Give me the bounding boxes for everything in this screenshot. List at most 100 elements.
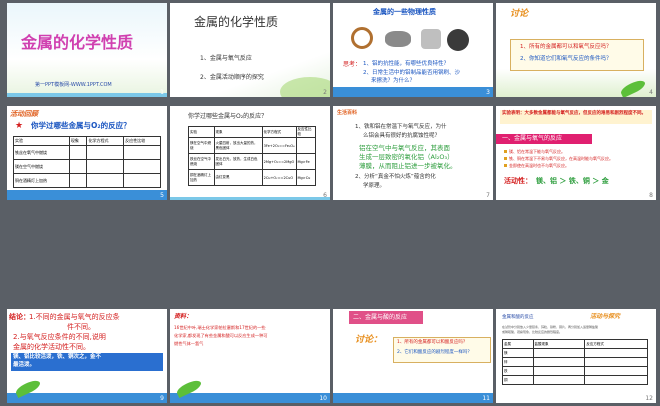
table-header: 现象 xyxy=(68,136,88,146)
bullet-2: 铁、铜在常温下不易与氧气反应，在高温时能与氧气反应。 xyxy=(504,156,613,161)
slide-number: 8 xyxy=(649,192,653,199)
slide-number: 5 xyxy=(160,192,164,199)
slide-6[interactable]: 你学过哪些金属与O₂的反应？ 实验 现象 化学方程式 反应性比较 镁在空气中燃烧… xyxy=(170,106,330,200)
slide-number: 2 xyxy=(323,89,327,96)
table-cell: 锌 xyxy=(502,357,534,367)
table-cell: 2Cu+O₂==2CuO xyxy=(261,169,297,186)
activity-heading: 活动与探究 xyxy=(590,313,621,320)
slide-title: 讨论 xyxy=(510,9,529,19)
slide-4[interactable]: 讨论 1、所有的金属都可以和氧气反应吗？ 2、你知道它们和氧气反应的条件吗？ 4 xyxy=(496,3,656,97)
wire-coil-icon xyxy=(351,27,373,49)
reaction-table: 实验 现象 化学方程式 反应性比较 铁丝在氧气中燃烧 镁在空气中燃烧 铜在酒精灯… xyxy=(13,136,161,188)
table-cell: 镁 xyxy=(502,348,534,358)
table-cell: 铜 xyxy=(502,375,534,385)
bullet-icon xyxy=(504,150,507,153)
leaf-decoration xyxy=(619,77,647,97)
reaction-table: 实验 现象 化学方程式 反应性比较 镁在空气中燃烧 火星四射，放出大量的热，黑色… xyxy=(188,126,317,186)
table-cell: 镁在空气中燃烧 xyxy=(188,137,215,154)
question-2: 2、日常生活中的铝制品能否用钢刷、沙 xyxy=(363,70,461,76)
slide-question: 你学过哪些金属与O₂的反应？ xyxy=(31,121,131,130)
slide-number: 7 xyxy=(486,192,490,199)
conclusion-label: 结论： xyxy=(9,313,30,321)
table-cell xyxy=(295,137,317,154)
reference-line-2: 化学家,都发现了有些金属和酸可以反应生成一种可 xyxy=(174,333,268,338)
slide-sorter-grid: 金属的化学性质 第一PPT模板网-WWW.1PPT.COM 1 金属的化学性质 … xyxy=(0,0,660,406)
table-header: 反应方程式 xyxy=(584,339,648,349)
table-header: 化学方程式 xyxy=(261,126,297,138)
slide-title: 金属的一些物理性质 xyxy=(373,8,436,16)
table-cell: 3Fe+2O₂==Fe₃O₄ xyxy=(261,137,297,154)
question-1: 1、所有的金属都可以和酸反应吗？ xyxy=(397,340,468,345)
slide-7[interactable]: 生活百科 1、铁和铝在常温下与氧气反应，为什 么铝会具有很好的抗腐蚀性呢？ 铝在… xyxy=(333,106,493,200)
activity-ranking: 镁、铝 ＞ 铁、铜 ＞ 金 xyxy=(536,177,609,185)
reference-line-1: 16世纪中叶,瑞士化学家帕拉塞斯和17世纪的一些 xyxy=(174,325,266,330)
slide-question: 你学过哪些金属与O₂的反应？ xyxy=(188,113,268,120)
slide-title: 金属和酸的反应 xyxy=(502,315,534,320)
star-icon: ★ xyxy=(15,121,24,131)
bullet-3: 金即使在高温时也不与氧气反应。 xyxy=(504,163,569,168)
agenda-item-1: 1、金属与氧气反应 xyxy=(200,55,252,62)
slide-9[interactable]: 结论： 1.不同的金属与氧气的反应条 件不同。 2.与氧气反应条件的不同,说明 … xyxy=(7,309,167,403)
bullet-icon xyxy=(504,164,507,167)
slide-number: 9 xyxy=(160,395,164,402)
slide-number: 1 xyxy=(160,89,164,96)
conclusion-line-2: 2.与氧气反应条件的不同,说明 xyxy=(13,333,106,341)
slide-label: 生活百科 xyxy=(337,110,358,116)
conclusion-line-1b: 件不同。 xyxy=(67,323,95,331)
table-cell: 铁 xyxy=(502,366,534,376)
table-cell: 铁丝在氧气中燃烧 xyxy=(13,145,70,160)
discuss-label: 讨论： xyxy=(355,335,383,345)
bottom-strip xyxy=(170,197,330,200)
bullet-text: 铁、铜在常温下不易与氧气反应，在高温时能与氧气反应。 xyxy=(509,156,613,161)
table-cell: 2Mg+O₂==2MgO xyxy=(261,153,297,170)
table-header: 反应性比较 xyxy=(295,126,317,138)
pot-icon xyxy=(421,29,441,49)
plate-icon xyxy=(447,29,469,51)
finding-text: 实验表明：大多数金属都能与氧气反应，但反应的难易和剧烈程度不同。 xyxy=(502,111,646,116)
question-1: 1、铝的抗性能，有哪些优良特性？ xyxy=(363,61,450,67)
slide-1[interactable]: 金属的化学性质 第一PPT模板网-WWW.1PPT.COM 1 xyxy=(7,3,167,97)
reference-line-3: 燃性气体—氢气 xyxy=(174,341,204,346)
bottom-strip xyxy=(7,393,167,403)
slide-2[interactable]: 金属的化学性质 1、金属与氧气反应 2、金属活动顺序的探究 2 xyxy=(170,3,330,97)
table-header: 金属 xyxy=(502,339,534,349)
table-cell: 镁在空气中燃烧 xyxy=(13,159,70,174)
question-1: 1、铁和铝在常温下与氧气反应，为什 xyxy=(355,124,447,130)
summary-line-1: 镁、铝比较活泼，铁、铜次之，金不 xyxy=(13,354,102,360)
slide-5[interactable]: 活动回顾 ★ 你学过哪些金属与O₂的反应？ 实验 现象 化学方程式 反应性比较 … xyxy=(7,106,167,200)
section-heading: 一、金属与氧气的反应 xyxy=(502,135,563,142)
question-2: 2、你知道它们和氧气反应的条件吗？ xyxy=(520,56,612,62)
table-header: 现象 xyxy=(213,126,263,138)
slide-12[interactable]: 金属和酸的反应 活动与探究 在试管中分别放入少量镁条、锌粒、铁粉、铜片，再分别加… xyxy=(496,309,656,403)
slide-10[interactable]: 资料： 16世纪中叶,瑞士化学家帕拉塞斯和17世纪的一些 化学家,都发现了有些金… xyxy=(170,309,330,403)
answer-line-3: 薄膜，从而阻止铝进一步被氧化。 xyxy=(359,162,457,170)
question-2b: 学原理。 xyxy=(363,183,386,189)
slide-number: 6 xyxy=(323,192,327,199)
experiment-table: 金属 盐酸现象 反应方程式 镁 锌 铁 铜 xyxy=(502,339,648,385)
slide-8[interactable]: 实验表明：大多数金属都能与氧气反应，但反应的难易和剧烈程度不同。 一、金属与氧气… xyxy=(496,106,656,200)
question-2b: 来擦洗？为什么？ xyxy=(371,78,416,84)
bottom-strip xyxy=(333,393,493,403)
slide-number: 12 xyxy=(645,395,653,402)
conclusion-line-1: 1.不同的金属与氧气的反应条 xyxy=(29,313,120,321)
bullet-icon xyxy=(504,157,507,160)
table-header: 化学方程式 xyxy=(86,136,125,146)
table-cell: Mg>Fe xyxy=(295,153,317,170)
answer-line-2: 生成一层致密的氧化铝（Al₂O₃） xyxy=(359,153,454,161)
tools-image xyxy=(345,21,475,61)
table-cell: Mg>Cu xyxy=(295,169,317,186)
bullet-text: 镁、铝在常温下能与氧气反应。 xyxy=(509,149,565,154)
question-2: 2、它们和酸反应的剧烈程度一样吗？ xyxy=(397,350,472,355)
table-cell: 由红变黑 xyxy=(213,169,263,186)
slide-11[interactable]: 二、金属与酸的反应 讨论： 1、所有的金属都可以和酸反应吗？ 2、它们和酸反应的… xyxy=(333,309,493,403)
table-header: 实验 xyxy=(188,126,215,138)
banner-label: 活动回顾 xyxy=(10,110,38,118)
think-label: 思考： xyxy=(343,61,362,68)
slide-number: 10 xyxy=(319,395,327,402)
slide-number: 4 xyxy=(649,89,653,96)
slide-title: 金属的化学性质 xyxy=(21,33,134,52)
question-1: 1、所有的金属都可以和氧气反应吗？ xyxy=(520,44,612,50)
answer-line-1: 铝在空气中与氧气反应，其表面 xyxy=(359,144,450,152)
slide-3[interactable]: 金属的一些物理性质 思考： 1、铝的抗性能，有哪些优良特性？ 2、日常生活中的铝… xyxy=(333,3,493,97)
table-header: 盐酸现象 xyxy=(532,339,586,349)
